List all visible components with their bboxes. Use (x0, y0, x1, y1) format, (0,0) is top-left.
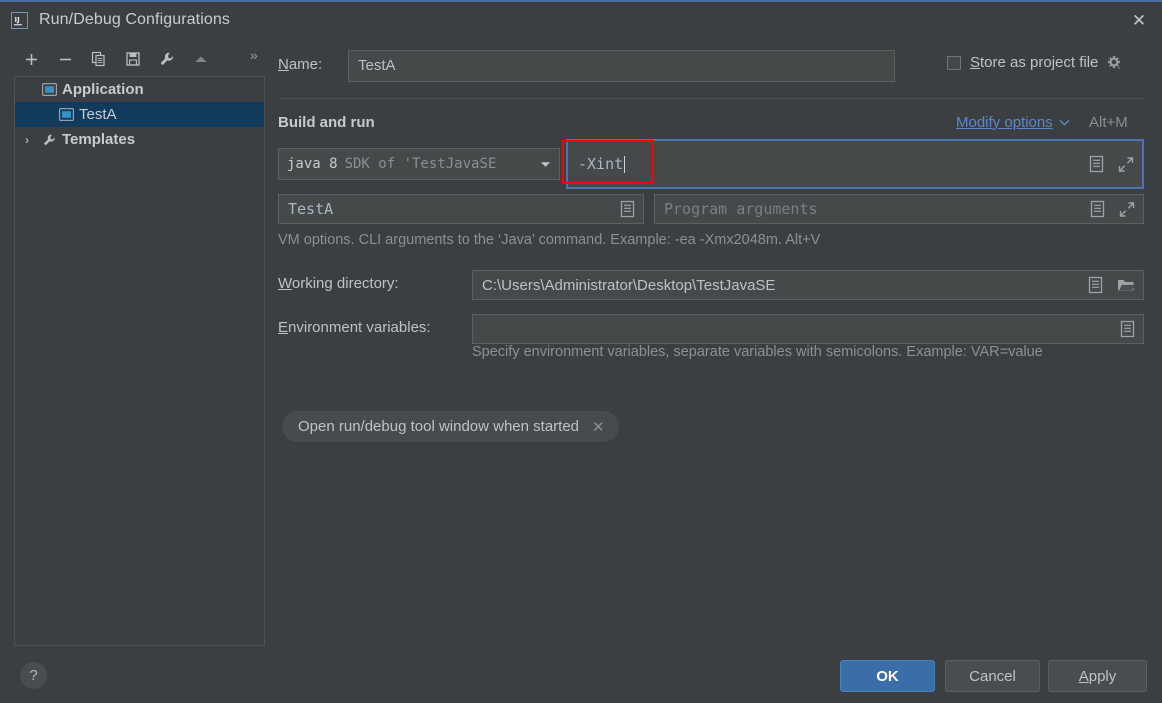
window-title: Run/Debug Configurations (39, 11, 230, 29)
store-as-project-file-label: Store as project file (970, 54, 1098, 71)
environment-variables-hint: Specify environment variables, separate … (472, 344, 1043, 360)
vm-options-input[interactable]: -Xint (568, 141, 1142, 187)
name-input[interactable]: TestA (348, 50, 895, 82)
folder-icon[interactable] (1117, 278, 1135, 293)
chevron-down-icon[interactable] (540, 161, 551, 168)
jdk-main-label: java 8 (287, 156, 338, 172)
environment-variables-label: Environment variables: (278, 319, 431, 336)
main-class-and-program-args-row: TestA Program arguments (276, 194, 1146, 224)
program-arguments-input[interactable]: Program arguments (654, 194, 1144, 224)
wrench-icon (42, 133, 62, 147)
jdk-sub-label: SDK of 'TestJavaSE (345, 156, 497, 172)
close-icon[interactable]: ✕ (1116, 2, 1162, 38)
env-label-rest: nvironment variables: (288, 319, 431, 336)
working-directory-row: Working directory: C:\Users\Administrato… (276, 270, 1146, 300)
store-as-project-file-group[interactable]: Store as project file (947, 54, 1123, 71)
chevron-right-icon[interactable]: › (25, 133, 42, 147)
modify-mnemonic: M (956, 114, 969, 131)
open-run-debug-tool-window-chip[interactable]: Open run/debug tool window when started … (282, 411, 619, 442)
ok-button[interactable]: OK (840, 660, 935, 692)
tree-item-templates[interactable]: › Templates (15, 127, 264, 152)
edit-templates-button[interactable] (150, 44, 184, 74)
expand-icon[interactable] (1119, 201, 1135, 217)
title-bar: IJ Run/Debug Configurations ✕ (0, 2, 1162, 38)
list-icon[interactable] (1090, 201, 1105, 218)
list-icon[interactable] (1089, 156, 1104, 173)
application-icon (59, 108, 79, 121)
modify-options-link[interactable]: Modify options (956, 114, 1070, 131)
add-configuration-button[interactable] (14, 44, 48, 74)
environment-variables-row: Environment variables: (276, 314, 1146, 344)
build-and-run-title: Build and run (278, 114, 375, 131)
application-icon (42, 83, 62, 96)
save-configuration-button[interactable] (116, 44, 150, 74)
main-class-input[interactable]: TestA (278, 194, 644, 224)
modify-options-label: Modify options (956, 114, 1053, 131)
name-label: Name: (278, 56, 322, 73)
tree-item-testa[interactable]: TestA (15, 102, 264, 127)
working-directory-value: C:\Users\Administrator\Desktop\TestJavaS… (482, 277, 775, 294)
working-directory-label: Working directory: (278, 275, 399, 292)
store-label-rest: tore as project file (980, 54, 1098, 71)
chevron-down-icon[interactable] (1059, 119, 1070, 126)
env-mnemonic: E (278, 319, 288, 336)
apply-mnemonic: A (1079, 668, 1089, 685)
chip-label: Open run/debug tool window when started (298, 418, 579, 435)
program-arguments-field-actions (1090, 201, 1135, 218)
name-label-mnemonic: N (278, 56, 289, 73)
apply-rest: pply (1089, 668, 1117, 685)
environment-variables-input[interactable] (472, 314, 1144, 344)
apply-label: Apply (1079, 668, 1117, 685)
expand-icon[interactable] (1118, 156, 1134, 172)
cancel-button[interactable]: Cancel (945, 660, 1040, 692)
working-directory-input[interactable]: C:\Users\Administrator\Desktop\TestJavaS… (472, 270, 1144, 300)
copy-configuration-button[interactable] (82, 44, 116, 74)
tree-item-application[interactable]: ⱟ Application (15, 77, 264, 102)
toolbar-overflow-button[interactable]: » (250, 47, 258, 63)
environment-variables-field-actions (1120, 321, 1135, 338)
move-up-button[interactable] (184, 44, 218, 74)
vm-options-wrapper: -Xint (566, 139, 1144, 189)
wd-label-rest: orking directory: (292, 275, 399, 292)
name-label-rest: ame: (289, 56, 322, 73)
configurations-panel: » ⱟ Application TestA › Templates (14, 42, 265, 646)
vm-options-hint: VM options. CLI arguments to the ‘Java’ … (278, 232, 820, 248)
tree-item-label: Application (62, 81, 144, 98)
name-row: Name: TestA Store as project file (276, 50, 1146, 82)
gear-dropdown-icon[interactable] (1107, 55, 1123, 71)
list-icon[interactable] (620, 201, 635, 218)
remove-configuration-button[interactable] (48, 44, 82, 74)
modify-options-shortcut: Alt+M (1089, 114, 1128, 131)
jdk-and-vm-options-row: java 8 SDK of 'TestJavaSE -Xint (276, 148, 1146, 180)
working-directory-field-actions (1088, 277, 1135, 294)
vm-options-field-actions (1089, 156, 1134, 173)
chevron-down-icon[interactable]: ⱟ (25, 83, 42, 97)
tree-item-label: Templates (62, 131, 135, 148)
close-icon[interactable]: ✕ (592, 418, 605, 436)
intellij-idea-icon: IJ (11, 12, 28, 29)
svg-text:IJ: IJ (15, 16, 20, 24)
section-divider (278, 98, 1144, 99)
tree-item-label: TestA (79, 106, 117, 123)
apply-button[interactable]: Apply (1048, 660, 1147, 692)
vm-options-value: -Xint (578, 155, 623, 173)
configurations-toolbar: » (14, 42, 265, 76)
store-label-mnemonic: S (970, 54, 980, 71)
help-button[interactable]: ? (20, 662, 47, 689)
main-class-value: TestA (288, 200, 333, 218)
main-class-field-actions (620, 201, 635, 218)
configurations-tree: ⱟ Application TestA › Templates (14, 76, 265, 646)
store-as-project-file-checkbox[interactable] (947, 56, 961, 70)
run-debug-configurations-dialog: IJ Run/Debug Configurations ✕ » ⱟ Applic… (0, 0, 1162, 703)
wd-mnemonic: W (278, 275, 292, 292)
list-icon[interactable] (1088, 277, 1103, 294)
text-caret (624, 156, 625, 173)
jdk-select[interactable]: java 8 SDK of 'TestJavaSE (278, 148, 560, 180)
modify-rest: odify options (969, 114, 1053, 131)
list-icon[interactable] (1120, 321, 1135, 338)
program-arguments-placeholder: Program arguments (664, 200, 818, 218)
